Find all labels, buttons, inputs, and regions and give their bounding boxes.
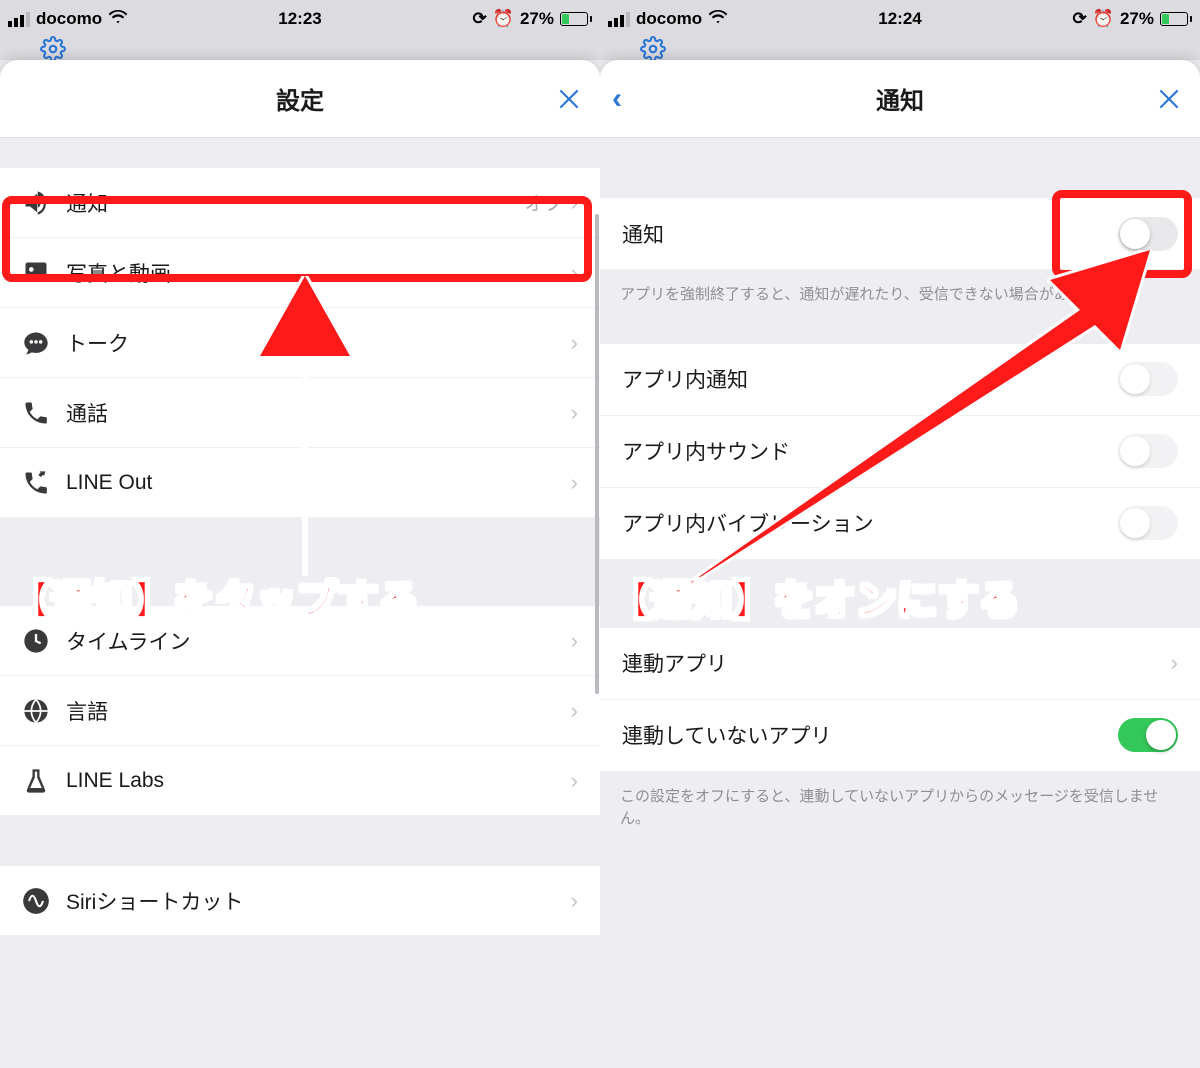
unlinked-apps-row[interactable]: 連動していないアプリ	[600, 700, 1200, 772]
chevron-right-icon: ›	[571, 698, 578, 724]
scrollbar-indicator	[595, 214, 599, 694]
settings-row-photos[interactable]: 写真と動画 ›	[0, 238, 600, 308]
settings-row-calls[interactable]: 通話 ›	[0, 378, 600, 448]
row-label: アプリ内通知	[622, 364, 1118, 394]
row-label: アプリ内サウンド	[622, 436, 1118, 466]
toggle-switch[interactable]	[1118, 434, 1178, 468]
left-screenshot: docomo 12:23 ⟳ ⏰ 27% 設定	[0, 0, 600, 1068]
sheet-header: ‹ 通知	[600, 60, 1200, 138]
row-label: 連動アプリ	[622, 648, 1171, 678]
chevron-right-icon: ›	[571, 470, 578, 496]
right-screenshot: docomo 12:24 ⟳ ⏰ 27% ‹ 通知	[600, 0, 1200, 1068]
row-label: 言語	[66, 696, 571, 726]
rotation-lock-icon: ⟳	[473, 9, 487, 29]
toggle-switch[interactable]	[1118, 362, 1178, 396]
row-label: LINE Labs	[66, 769, 571, 793]
toggle-switch[interactable]	[1118, 217, 1178, 251]
notifications-sheet: ‹ 通知 通知 アプリを強制終了すると、通知が遅れたり、受信できない場合がありま…	[600, 60, 1200, 1068]
phone-out-icon	[22, 469, 66, 497]
notif-inapp-row[interactable]: アプリ内通知	[600, 344, 1200, 416]
row-label: トーク	[66, 328, 571, 358]
row-label: 写真と動画	[66, 258, 571, 288]
chevron-right-icon: ›	[571, 888, 578, 914]
carrier-label: docomo	[36, 9, 102, 29]
battery-icon	[560, 12, 592, 26]
row-label: Siriショートカット	[66, 886, 571, 916]
row-label: LINE Out	[66, 471, 571, 495]
notif-master-row[interactable]: 通知	[600, 198, 1200, 270]
battery-pct: 27%	[520, 9, 554, 29]
globe-icon	[22, 697, 66, 725]
row-label: 連動していないアプリ	[622, 720, 1118, 750]
linked-apps-row[interactable]: 連動アプリ ›	[600, 628, 1200, 700]
settings-sheet: 設定 通知 オフ › 写真と動画 › トーク ›	[0, 60, 600, 1068]
row-label: タイムライン	[66, 626, 571, 656]
photos-icon	[22, 259, 66, 287]
close-button[interactable]	[556, 60, 582, 137]
settings-row-notifications[interactable]: 通知 オフ ›	[0, 168, 600, 238]
chevron-right-icon: ›	[571, 628, 578, 654]
rotation-lock-icon: ⟳	[1073, 9, 1087, 29]
phone-icon	[22, 399, 66, 427]
underlying-app-peek	[0, 38, 600, 60]
settings-row-siri[interactable]: Siriショートカット ›	[0, 866, 600, 936]
status-bar: docomo 12:23 ⟳ ⏰ 27%	[0, 0, 600, 38]
wifi-icon	[108, 9, 128, 29]
annotation-caption: 【通知】をタップする	[10, 568, 420, 626]
notif-sound-row[interactable]: アプリ内サウンド	[600, 416, 1200, 488]
chevron-right-icon: ›	[1171, 650, 1178, 676]
carrier-label: docomo	[636, 9, 702, 29]
chevron-right-icon: ›	[571, 400, 578, 426]
back-button[interactable]: ‹	[612, 60, 622, 137]
alarm-icon: ⏰	[1093, 9, 1114, 29]
toggle-switch[interactable]	[1118, 506, 1178, 540]
close-button[interactable]	[1156, 60, 1182, 137]
row-label: 通話	[66, 398, 571, 428]
siri-icon	[22, 887, 66, 915]
wifi-icon	[708, 9, 728, 29]
section-footnote: アプリを強制終了すると、通知が遅れたり、受信できない場合があります。	[600, 270, 1200, 320]
row-status: オフ	[525, 189, 563, 216]
settings-row-lineout[interactable]: LINE Out ›	[0, 448, 600, 518]
toggle-switch[interactable]	[1118, 718, 1178, 752]
sheet-title: 通知	[876, 81, 924, 116]
clock-icon	[22, 627, 66, 655]
flask-icon	[22, 767, 66, 795]
annotation-caption: 【通知】をオンにする	[610, 568, 1020, 626]
underlying-app-peek	[600, 38, 1200, 60]
chevron-right-icon: ›	[571, 768, 578, 794]
row-label: アプリ内バイブレーション	[622, 508, 1118, 538]
settings-row-talk[interactable]: トーク ›	[0, 308, 600, 378]
chevron-right-icon: ›	[571, 190, 578, 216]
chevron-right-icon: ›	[571, 260, 578, 286]
sheet-title: 設定	[276, 81, 324, 116]
settings-row-labs[interactable]: LINE Labs ›	[0, 746, 600, 816]
row-label: 通知	[622, 219, 1118, 249]
chat-icon	[22, 329, 66, 357]
battery-pct: 27%	[1120, 9, 1154, 29]
signal-icon	[608, 12, 630, 27]
battery-icon	[1160, 12, 1192, 26]
sheet-header: 設定	[0, 60, 600, 138]
status-bar: docomo 12:24 ⟳ ⏰ 27%	[600, 0, 1200, 38]
notif-vibration-row[interactable]: アプリ内バイブレーション	[600, 488, 1200, 560]
section-footnote: この設定をオフにすると、連動していないアプリからのメッセージを受信しません。	[600, 772, 1200, 844]
alarm-icon: ⏰	[493, 9, 514, 29]
signal-icon	[8, 12, 30, 27]
speaker-icon	[22, 189, 66, 217]
settings-row-language[interactable]: 言語 ›	[0, 676, 600, 746]
row-label: 通知	[66, 188, 525, 218]
chevron-right-icon: ›	[571, 330, 578, 356]
